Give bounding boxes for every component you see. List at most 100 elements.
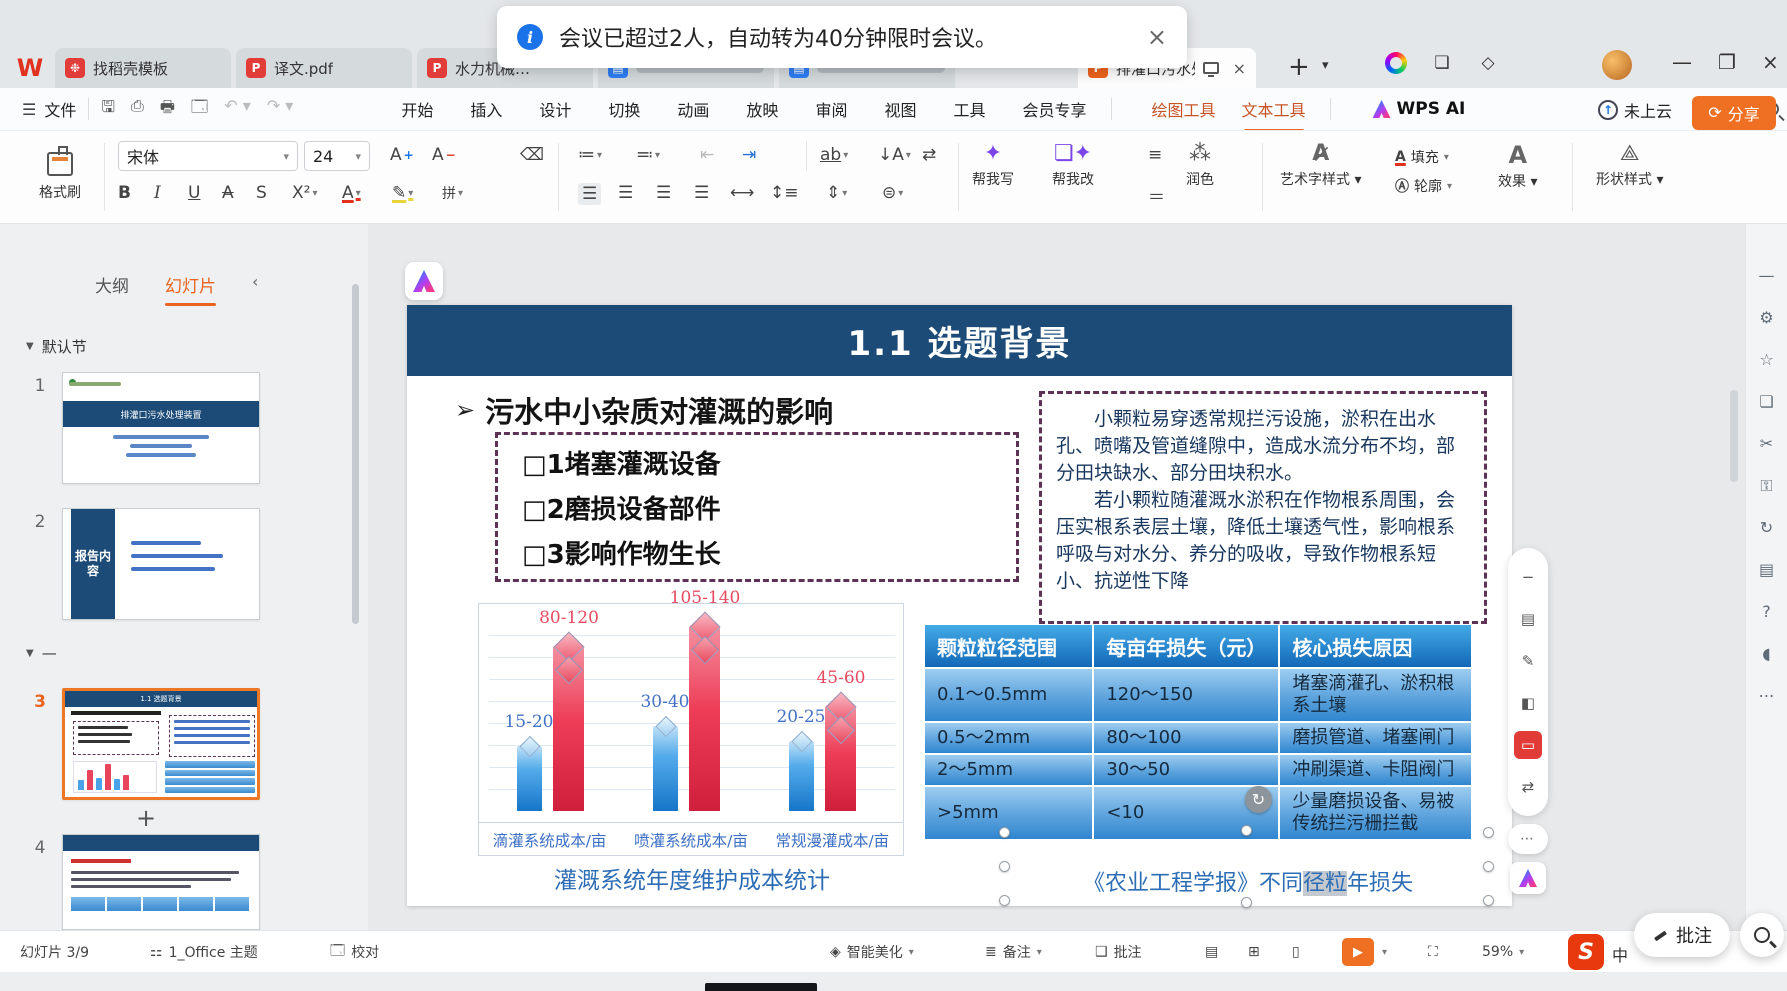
layers-icon[interactable]: ▤ xyxy=(1759,562,1774,578)
selection-handle[interactable] xyxy=(1241,825,1252,836)
bold-button[interactable]: B xyxy=(118,183,131,203)
save-icon[interactable]: 🖫 xyxy=(101,96,115,123)
shape-style-button[interactable]: ⟁ 形状样式 ▾ xyxy=(1596,143,1663,189)
more-tools-button[interactable]: ⋯ xyxy=(1508,824,1548,854)
settings-icon[interactable]: ⚙ xyxy=(1759,310,1773,326)
shadow-button[interactable]: S xyxy=(256,183,267,203)
new-tab-button[interactable]: + xyxy=(1288,52,1310,82)
slide-editor[interactable]: 1.1 选题背景 ➢ 污水中小杂质对灌溉的影响 □1堵塞灌溉设备 □2磨损设备部… xyxy=(407,305,1512,906)
comment-icon[interactable]: ◖ xyxy=(1762,646,1770,662)
menu-item-放映[interactable]: 放映 xyxy=(746,97,778,121)
cloud-status[interactable]: ↑ 未上云 xyxy=(1598,98,1672,122)
normal-view-icon[interactable]: ▤ xyxy=(1205,931,1218,973)
undo-icon[interactable]: ↶ ▾ xyxy=(224,96,251,123)
format-painter-button[interactable]: 格式刷 xyxy=(28,139,92,215)
align-center-icon[interactable]: ☰ xyxy=(618,183,633,203)
menu-item-动画[interactable]: 动画 xyxy=(677,97,709,121)
menu-item-开始[interactable]: 开始 xyxy=(401,97,433,121)
comment-button[interactable]: ❑批注 xyxy=(1095,931,1142,973)
document-tab[interactable]: P译文.pdf xyxy=(236,48,412,88)
increase-indent-icon[interactable]: ⇥ xyxy=(742,145,756,165)
menu-item-工具[interactable]: 工具 xyxy=(953,97,985,121)
more-icon[interactable]: ⋯ xyxy=(1759,688,1775,704)
collapse-panel-icon[interactable]: ‹ xyxy=(252,272,258,291)
selection-handle[interactable] xyxy=(999,827,1010,838)
theme-button[interactable]: ⚏1_Office 主题 xyxy=(150,931,258,973)
numbered-list-icon[interactable]: ≕▾ xyxy=(636,145,660,165)
slide-sorter-icon[interactable]: ⊞ xyxy=(1248,931,1260,973)
close-window-button[interactable]: × xyxy=(1762,50,1779,74)
text-fill-button[interactable]: A 填充▾ xyxy=(1395,147,1452,167)
selection-handle[interactable] xyxy=(999,861,1010,872)
help-icon[interactable]: ? xyxy=(1762,604,1771,620)
transform-icon[interactable]: ⇄ xyxy=(1514,773,1542,801)
tab-slides[interactable]: 幻灯片 xyxy=(165,272,216,297)
proofread-button[interactable]: 🗔校对 xyxy=(330,931,379,973)
floating-comment-button[interactable]: 批注 xyxy=(1634,913,1730,957)
fill-icon[interactable]: ◧ xyxy=(1514,689,1542,717)
note-text-box[interactable]: 小颗粒易穿透常规拦污设施，淤积在出水孔、喷嘴及管道缝隙中，造成水流分布不均，部分… xyxy=(1039,391,1487,624)
add-slide-button[interactable]: + xyxy=(136,804,156,832)
italic-button[interactable]: I xyxy=(154,183,161,203)
line-spacing-icon[interactable]: ↕≡ xyxy=(770,183,799,203)
menu-item-审阅[interactable]: 审阅 xyxy=(815,97,847,121)
row-spacing-icon[interactable]: ⇕▾ xyxy=(826,183,847,203)
align-right-icon[interactable]: ☰ xyxy=(656,183,671,203)
menu-item-视图[interactable]: 视图 xyxy=(884,97,916,121)
print-icon[interactable]: 🖶 xyxy=(160,96,175,123)
menu-file[interactable]: 文件 xyxy=(44,97,76,121)
tab-list-chevron-icon[interactable]: ▾ xyxy=(1322,58,1329,73)
menu-item-设计[interactable]: 设计 xyxy=(539,97,571,121)
section-dash[interactable]: ▼ — xyxy=(26,644,57,662)
equal-icon[interactable]: ＝ xyxy=(1148,183,1165,208)
refresh-icon[interactable]: ↻ xyxy=(1245,786,1272,813)
chart-caption[interactable]: 灌溉系统年度维护成本统计 xyxy=(447,861,937,895)
toast-close-icon[interactable]: × xyxy=(1147,23,1167,51)
wps-logo[interactable]: W xyxy=(10,50,50,86)
replace-icon[interactable]: ⇄ xyxy=(922,145,936,165)
ai-edit-button[interactable]: ❏✦帮我改 xyxy=(1052,143,1094,189)
play-slideshow-button[interactable]: ▶ xyxy=(1342,938,1374,966)
strikethrough-button[interactable]: A xyxy=(222,183,234,203)
context-tab-绘图工具[interactable]: 绘图工具 xyxy=(1152,97,1216,121)
panel-scrollbar[interactable] xyxy=(352,284,359,844)
user-avatar[interactable] xyxy=(1602,50,1632,80)
section-default[interactable]: ▼ 默认节 xyxy=(26,336,87,357)
zoom-level[interactable]: 59%▾ xyxy=(1482,931,1524,973)
text-effect-button[interactable]: A 效果 ▾ xyxy=(1498,143,1537,191)
bullet-list-icon[interactable]: ≔▾ xyxy=(578,145,602,165)
wps-s-logo[interactable]: S xyxy=(1568,934,1604,970)
wps-ai-button[interactable]: WPS AI xyxy=(1373,99,1466,119)
workspace-cube-icon[interactable]: ◇ xyxy=(1477,52,1499,74)
menu-item-插入[interactable]: 插入 xyxy=(470,97,502,121)
windows-stack-icon[interactable]: ❏ xyxy=(1431,52,1453,74)
font-size-select[interactable]: 24▾ xyxy=(304,141,370,171)
slide-thumbnail-2[interactable]: 报告内容 xyxy=(62,508,260,620)
menu-item-切换[interactable]: 切换 xyxy=(608,97,640,121)
text-direction-icon[interactable]: ↓A▾ xyxy=(878,145,911,165)
canvas-scrollbar[interactable] xyxy=(1730,390,1738,482)
tab-close-icon[interactable]: × xyxy=(1233,59,1246,78)
align-left-icon[interactable]: ☰ xyxy=(578,183,601,205)
collapse-icon[interactable]: — xyxy=(1759,268,1775,284)
minus-icon[interactable]: − xyxy=(1514,563,1542,591)
theme-skin-icon[interactable] xyxy=(1385,52,1407,74)
justify-icon[interactable]: ☰ xyxy=(694,183,709,203)
slide-title-band[interactable]: 1.1 选题背景 xyxy=(407,305,1512,376)
slide-thumbnail-4[interactable] xyxy=(62,834,260,930)
char-spacing-icon[interactable]: ab▾ xyxy=(820,145,848,165)
impact-list-box[interactable]: □1堵塞灌溉设备 □2磨损设备部件 □3影响作物生长 xyxy=(495,432,1019,582)
cost-bar-chart[interactable]: 15-2080-12030-40105-14020-2545-60 滴灌系统成本… xyxy=(478,603,904,856)
increase-font-icon[interactable]: A+ xyxy=(390,145,414,165)
print-preview-icon[interactable]: 🗔 xyxy=(191,96,208,123)
text-outline-button[interactable]: Ⓐ 轮廓▾ xyxy=(1395,176,1452,196)
phonetic-guide-button[interactable]: 拼▾ xyxy=(442,183,463,203)
selection-handle[interactable] xyxy=(1483,895,1494,906)
play-options-chevron[interactable]: ▾ xyxy=(1382,931,1387,973)
selection-handle[interactable] xyxy=(1241,897,1252,908)
share-button[interactable]: ⟳分享 xyxy=(1692,96,1776,130)
decrease-font-icon[interactable]: A− xyxy=(432,145,456,165)
superscript-button[interactable]: X²▾ xyxy=(292,183,318,203)
wps-ai-floating-badge[interactable] xyxy=(405,262,443,300)
smart-beautify-button[interactable]: ◈智能美化▾ xyxy=(830,931,914,973)
